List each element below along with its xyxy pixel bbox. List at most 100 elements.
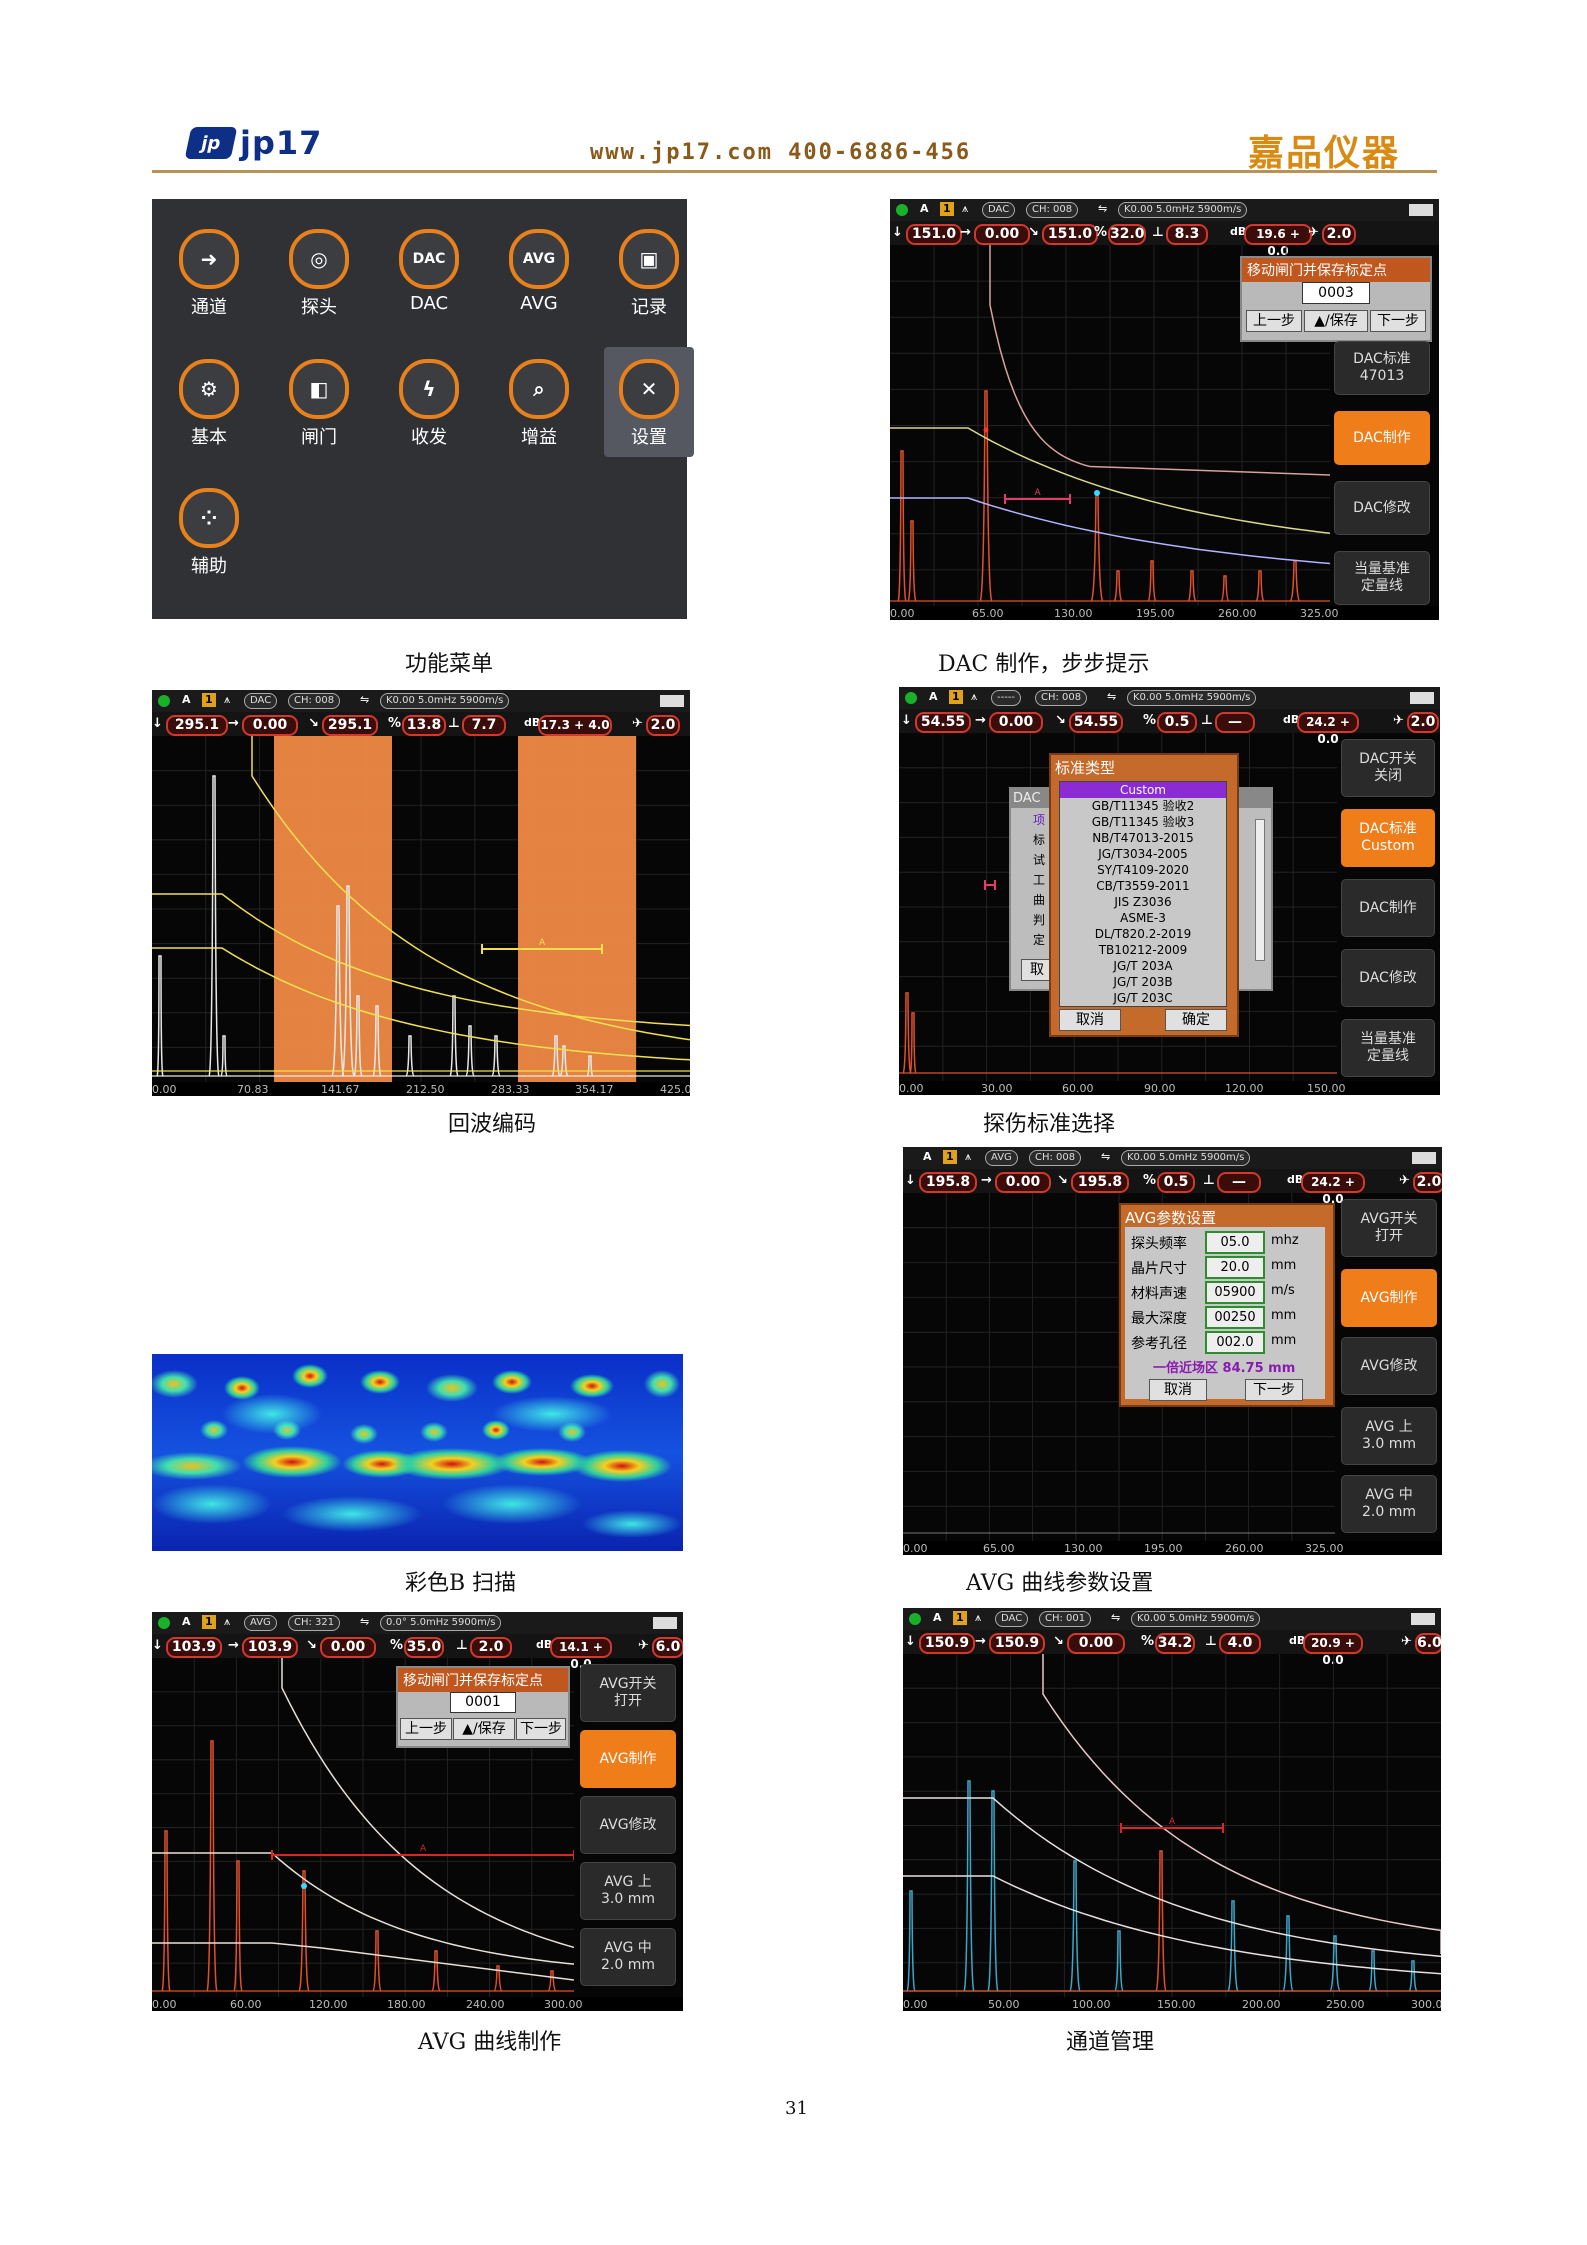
side-button-0[interactable]: DAC标准 47013	[1334, 341, 1430, 395]
gain-value[interactable]: 20.9 + 0.0	[1303, 1633, 1363, 1667]
header-url[interactable]: www.jp17.com 400-6886-456	[590, 140, 971, 165]
dialog-row[interactable]: 定	[1033, 931, 1045, 948]
sound-path-value[interactable]: 151.0	[906, 224, 962, 245]
depth-value[interactable]: 0.00	[320, 1637, 376, 1658]
menu-item-search[interactable]: ⌕ 增益	[494, 347, 584, 457]
dialog-row[interactable]: 曲	[1033, 891, 1045, 908]
menu-item-tools[interactable]: ✕ 设置	[604, 347, 694, 457]
step-value[interactable]: 2.0	[1407, 712, 1439, 733]
standard-option[interactable]: JG/T3034-2005	[1060, 846, 1226, 862]
side-button-2[interactable]: DAC修改	[1334, 481, 1430, 535]
param-input[interactable]: 002.0	[1205, 1331, 1265, 1354]
menu-item-probe[interactable]: ◎ 探头	[274, 217, 364, 327]
horizontal-value[interactable]: 0.00	[989, 712, 1043, 733]
depth-value[interactable]: 0.00	[1067, 1633, 1125, 1654]
depth-value[interactable]: 295.1	[322, 715, 378, 736]
amplitude-value[interactable]: 35.0	[404, 1637, 444, 1658]
menu-item-avg[interactable]: AVG AVG	[494, 217, 584, 322]
step-value[interactable]: 6.0	[652, 1637, 683, 1658]
menu-item-gear[interactable]: ⚙ 基本	[164, 347, 254, 457]
menu-item-gate[interactable]: ◧ 闸门	[274, 347, 364, 457]
gain-value[interactable]: 17.3 + 4.0	[538, 715, 612, 736]
side-button-3[interactable]: AVG 上 3.0 mm	[1341, 1407, 1437, 1465]
horizontal-value[interactable]: 0.00	[974, 224, 1030, 245]
side-button-2[interactable]: DAC制作	[1341, 879, 1435, 937]
depth-value[interactable]: 195.8	[1071, 1172, 1129, 1193]
sound-path-value[interactable]: 103.9	[166, 1637, 222, 1658]
equiv-value[interactable]: 7.7	[462, 715, 506, 736]
standard-option[interactable]: GB/T11345 验收3	[1060, 814, 1226, 830]
horizontal-value[interactable]: 0.00	[242, 715, 298, 736]
confirm-button[interactable]: 确定	[1165, 1009, 1227, 1031]
amplitude-value[interactable]: 32.0	[1108, 224, 1146, 245]
menu-item-pulse[interactable]: ϟ 收发	[384, 347, 474, 457]
amplitude-value[interactable]: 0.5	[1157, 1172, 1195, 1193]
standard-option[interactable]: Custom	[1060, 782, 1226, 798]
gain-value[interactable]: 24.2 + 0.0	[1301, 1172, 1365, 1206]
standard-option[interactable]: JG/T 203A	[1060, 958, 1226, 974]
standard-option[interactable]: DL/T820.2-2019	[1060, 926, 1226, 942]
param-input[interactable]: 20.0	[1205, 1256, 1265, 1279]
step-value[interactable]: 6.0	[1415, 1633, 1441, 1654]
side-button-0[interactable]: DAC开关 关闭	[1341, 739, 1435, 797]
standard-option[interactable]: ASME-3	[1060, 910, 1226, 926]
side-button-1[interactable]: DAC标准 Custom	[1341, 809, 1435, 867]
equiv-value[interactable]: 4.0	[1219, 1633, 1261, 1654]
cancel-button[interactable]: 取消	[1059, 1009, 1121, 1031]
gain-value[interactable]: 19.6 + 0.0	[1244, 224, 1312, 258]
standard-option[interactable]: NB/T47013-2015	[1060, 830, 1226, 846]
amplitude-value[interactable]: 0.5	[1157, 712, 1197, 733]
equiv-value[interactable]: 2.0	[470, 1637, 512, 1658]
save-point-button[interactable]: ▲/保存	[453, 1718, 515, 1740]
standard-option[interactable]: JG/T 203B	[1060, 974, 1226, 990]
side-button-4[interactable]: AVG 中 2.0 mm	[580, 1928, 676, 1986]
gain-value[interactable]: 24.2 + 0.0	[1297, 712, 1359, 746]
prev-step-button[interactable]: 上一步	[1246, 310, 1302, 332]
dialog-scrollbar[interactable]	[1255, 819, 1265, 961]
side-button-1[interactable]: AVG制作	[580, 1730, 676, 1788]
standard-option[interactable]: JG/T 203C	[1060, 990, 1226, 1006]
side-button-1[interactable]: AVG制作	[1341, 1269, 1437, 1327]
amplitude-value[interactable]: 13.8	[402, 715, 446, 736]
side-button-3[interactable]: DAC修改	[1341, 949, 1435, 1007]
equiv-value[interactable]: 8.3	[1166, 224, 1208, 245]
standard-option[interactable]: SY/T4109-2020	[1060, 862, 1226, 878]
gain-value[interactable]: 14.1 + 0.0	[550, 1637, 612, 1671]
sound-path-value[interactable]: 195.8	[919, 1172, 977, 1193]
depth-value[interactable]: 151.0	[1042, 224, 1098, 245]
dialog-row[interactable]: 判	[1033, 911, 1045, 928]
standard-option[interactable]: GB/T11345 验收2	[1060, 798, 1226, 814]
save-point-button[interactable]: ▲/保存	[1304, 310, 1368, 332]
param-input[interactable]: 05900	[1205, 1281, 1265, 1304]
horizontal-value[interactable]: 103.9	[242, 1637, 298, 1658]
step-value[interactable]: 2.0	[1322, 224, 1356, 245]
side-button-4[interactable]: AVG 中 2.0 mm	[1341, 1475, 1437, 1533]
depth-value[interactable]: 54.55	[1069, 712, 1123, 733]
amplitude-value[interactable]: 34.2	[1155, 1633, 1195, 1654]
sound-path-value[interactable]: 295.1	[166, 715, 228, 736]
calibration-index[interactable]: 0003	[1302, 282, 1370, 304]
param-input[interactable]: 05.0	[1205, 1231, 1265, 1254]
next-step-button[interactable]: 下一步	[516, 1718, 566, 1740]
next-step-button[interactable]: 下一步	[1245, 1379, 1303, 1401]
equiv-value[interactable]: —	[1217, 1172, 1261, 1193]
sound-path-value[interactable]: 54.55	[915, 712, 971, 733]
prev-step-button[interactable]: 上一步	[400, 1718, 452, 1740]
side-button-2[interactable]: AVG修改	[580, 1796, 676, 1854]
sound-path-value[interactable]: 150.9	[919, 1633, 975, 1654]
side-button-3[interactable]: 当量基准 定量线	[1334, 551, 1430, 605]
side-button-4[interactable]: 当量基准 定量线	[1341, 1019, 1435, 1077]
param-input[interactable]: 00250	[1205, 1306, 1265, 1329]
standard-option[interactable]: JIS Z3036	[1060, 894, 1226, 910]
dialog-row[interactable]: 工	[1033, 871, 1045, 888]
menu-item-dac[interactable]: DAC DAC	[384, 217, 474, 322]
side-button-3[interactable]: AVG 上 3.0 mm	[580, 1862, 676, 1920]
step-value[interactable]: 2.0	[646, 715, 680, 736]
menu-item-save[interactable]: ▣ 记录	[604, 217, 694, 327]
standard-option[interactable]: CB/T3559-2011	[1060, 878, 1226, 894]
dialog-row[interactable]: 试	[1033, 851, 1045, 868]
menu-item-arrow-right[interactable]: ➜ 通道	[164, 217, 254, 327]
horizontal-value[interactable]: 150.9	[989, 1633, 1045, 1654]
dialog-row[interactable]: 标	[1033, 831, 1045, 848]
horizontal-value[interactable]: 0.00	[995, 1172, 1051, 1193]
